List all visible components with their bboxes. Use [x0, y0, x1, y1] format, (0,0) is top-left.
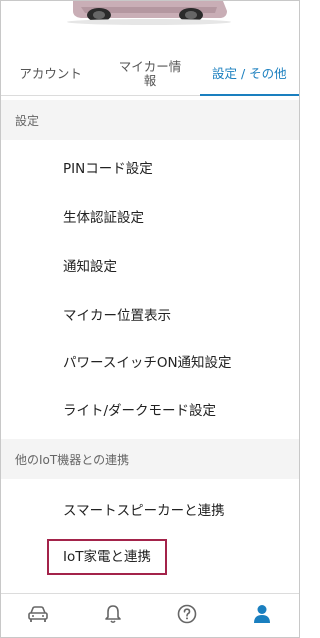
menu-item-label: マイカー位置表示: [63, 308, 171, 324]
menu-item-label: 生体認証設定: [63, 210, 144, 226]
menu-item-label: 通知設定: [63, 259, 117, 275]
section-header-iot: 他のIoT機器との連携: [1, 439, 299, 479]
car-icon: [27, 605, 49, 627]
nav-car-button[interactable]: [1, 594, 76, 637]
nav-notification-button[interactable]: [76, 594, 151, 637]
tab-account-label: アカウント: [19, 66, 82, 81]
tab-bar: アカウント マイカー情報 設定 / その他: [1, 53, 299, 96]
menu-item-label: PINコード設定: [63, 161, 153, 177]
menu-item-biometric[interactable]: 生体認証設定: [1, 192, 299, 240]
menu-item-label: スマートスピーカーと連携: [63, 503, 225, 519]
menu-item-notification[interactable]: 通知設定: [1, 241, 299, 289]
menu-item-pin-code[interactable]: PINコード設定: [1, 143, 299, 191]
tab-settings-other-label: 設定 / その他: [211, 66, 287, 81]
section-title: 設定: [15, 113, 40, 128]
nav-help-button[interactable]: [150, 594, 225, 637]
tab-mycar-info-label: マイカー情報: [118, 59, 182, 88]
highlight-frame: [47, 539, 167, 575]
app-frame: アカウント マイカー情報 設定 / その他 設定 PINコード設定 生体認証設定…: [0, 0, 300, 638]
section-header-settings: 設定: [1, 100, 299, 140]
nav-account-button[interactable]: [225, 594, 300, 637]
tab-account[interactable]: アカウント: [1, 53, 100, 95]
tab-settings-other[interactable]: 設定 / その他: [199, 53, 299, 96]
settings-list: 設定 PINコード設定 生体認証設定 通知設定 マイカー位置表示 パワースイッチ…: [1, 96, 299, 594]
menu-item-label: ライト/ダークモード設定: [63, 403, 217, 419]
bottom-nav: [1, 593, 300, 637]
car-image: [1, 1, 299, 31]
tab-mycar-info[interactable]: マイカー情報: [100, 53, 199, 95]
menu-item-car-location[interactable]: マイカー位置表示: [1, 290, 299, 338]
person-icon: [253, 604, 271, 628]
section-title: 他のIoT機器との連携: [15, 452, 130, 467]
help-icon: [177, 604, 197, 628]
menu-item-smart-speaker[interactable]: スマートスピーカーと連携: [1, 485, 299, 533]
bell-icon: [104, 604, 122, 628]
menu-item-label: パワースイッチON通知設定: [63, 355, 232, 371]
menu-item-power-switch-notification[interactable]: パワースイッチON通知設定: [1, 337, 299, 385]
menu-item-light-dark-mode[interactable]: ライト/ダークモード設定: [1, 385, 299, 433]
